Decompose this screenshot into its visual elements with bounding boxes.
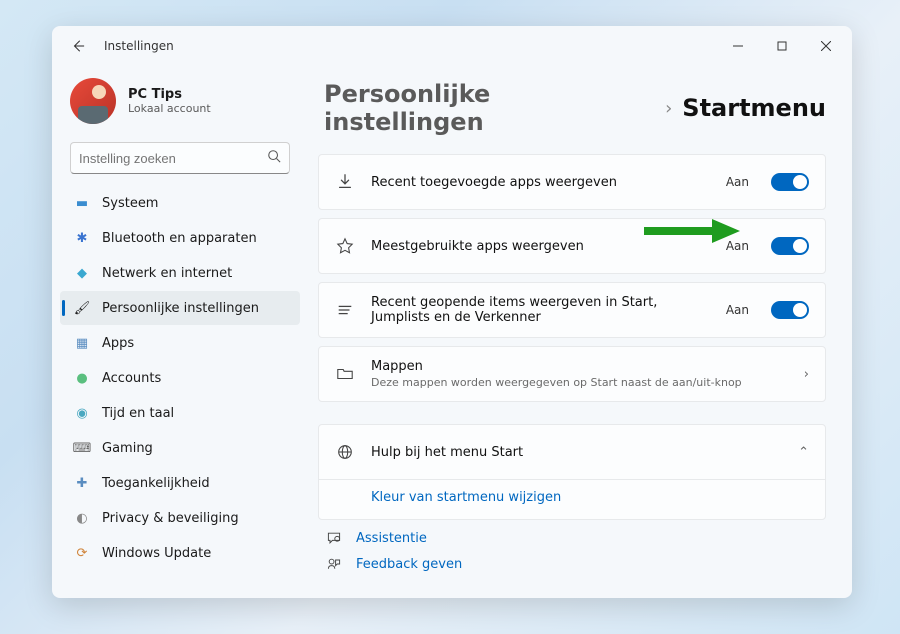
toggle-state: Aan <box>726 175 749 189</box>
toggle-state: Aan <box>726 303 749 317</box>
search-icon <box>267 149 281 167</box>
setting-label: Mappen <box>371 359 788 374</box>
list-icon <box>335 301 355 319</box>
search-field[interactable] <box>79 151 267 166</box>
nav-tijd[interactable]: ◉ Tijd en taal <box>60 396 300 430</box>
help-section: Hulp bij het menu Start ⌃ Kleur van star… <box>318 424 826 520</box>
setting-sub: Deze mappen worden weergegeven op Start … <box>371 376 788 389</box>
sidebar: PC Tips Lokaal account ▬ Systeem ✱ Bluetoo… <box>52 66 308 598</box>
gamepad-icon: ⌨ <box>74 441 90 456</box>
breadcrumb-parent[interactable]: Persoonlijke instellingen <box>324 80 655 136</box>
maximize-button[interactable] <box>760 26 804 66</box>
nav-label: Bluetooth en apparaten <box>102 231 257 246</box>
nav-netwerk[interactable]: ◆ Netwerk en internet <box>60 256 300 290</box>
settings-window: Instellingen PC Tips Lokaal account ▬ Sys… <box>52 26 852 598</box>
nav-label: Apps <box>102 336 134 351</box>
avatar <box>70 78 116 124</box>
nav-label: Toegankelijkheid <box>102 476 210 491</box>
setting-recent-apps: Recent toegevoegde apps weergeven Aan <box>318 154 826 210</box>
nav-list: ▬ Systeem ✱ Bluetooth en apparaten ◆ Netwer… <box>60 186 300 570</box>
nav-update[interactable]: ⟳ Windows Update <box>60 536 300 570</box>
nav-apps[interactable]: ▦ Apps <box>60 326 300 360</box>
setting-label: Meestgebruikte apps weergeven <box>371 239 710 254</box>
minimize-button[interactable] <box>716 26 760 66</box>
download-icon <box>335 173 355 191</box>
nav-label: Accounts <box>102 371 161 386</box>
footer-links: Assistentie Feedback geven <box>318 530 826 572</box>
nav-label: Netwerk en internet <box>102 266 232 281</box>
toggle-recent-items[interactable] <box>771 301 809 319</box>
account-block[interactable]: PC Tips Lokaal account <box>60 72 300 138</box>
nav-label: Persoonlijke instellingen <box>102 301 259 316</box>
nav-label: Privacy & beveiliging <box>102 511 239 526</box>
wifi-icon: ◆ <box>74 266 90 281</box>
toggle-state: Aan <box>726 239 749 253</box>
toggle-most-used[interactable] <box>771 237 809 255</box>
setting-most-used: Meestgebruikte apps weergeven Aan <box>318 218 826 274</box>
folder-icon <box>335 365 355 383</box>
titlebar: Instellingen <box>52 26 852 66</box>
breadcrumb: Persoonlijke instellingen › Startmenu <box>324 80 826 136</box>
help-header[interactable]: Hulp bij het menu Start ⌃ <box>319 425 825 479</box>
setting-recent-items: Recent geopende items weergeven in Start… <box>318 282 826 338</box>
link-assistentie[interactable]: Assistentie <box>324 530 826 546</box>
feedback-icon <box>324 556 344 572</box>
close-button[interactable] <box>804 26 848 66</box>
setting-folders[interactable]: Mappen Deze mappen worden weergegeven op… <box>318 346 826 402</box>
link-label: Feedback geven <box>356 557 462 572</box>
globe-help-icon <box>335 443 355 461</box>
window-title: Instellingen <box>104 39 174 53</box>
nav-label: Systeem <box>102 196 158 211</box>
chevron-right-icon: › <box>665 98 672 119</box>
chevron-up-icon: ⌃ <box>798 445 809 460</box>
link-feedback[interactable]: Feedback geven <box>324 556 826 572</box>
content-pane: Persoonlijke instellingen › Startmenu Re… <box>308 66 852 598</box>
nav-label: Windows Update <box>102 546 211 561</box>
person-icon: ● <box>74 371 90 386</box>
breadcrumb-current: Startmenu <box>682 94 826 122</box>
star-icon <box>335 237 355 255</box>
search-input[interactable] <box>70 142 290 174</box>
nav-toegankelijkheid[interactable]: ✚ Toegankelijkheid <box>60 466 300 500</box>
bluetooth-icon: ✱ <box>74 231 90 246</box>
link-label: Assistentie <box>356 531 427 546</box>
help-link-color[interactable]: Kleur van startmenu wijzigen <box>319 480 825 519</box>
account-name: PC Tips <box>128 87 211 102</box>
nav-label: Gaming <box>102 441 153 456</box>
nav-persoonlijk[interactable]: 🖌 Persoonlijke instellingen <box>60 291 300 325</box>
help-title: Hulp bij het menu Start <box>371 445 782 460</box>
shield-icon: ◐ <box>74 511 90 526</box>
apps-icon: ▦ <box>74 336 90 351</box>
back-button[interactable] <box>66 39 90 53</box>
nav-gaming[interactable]: ⌨ Gaming <box>60 431 300 465</box>
accessibility-icon: ✚ <box>74 476 90 491</box>
update-icon: ⟳ <box>74 546 90 561</box>
chat-icon <box>324 530 344 546</box>
setting-label: Recent geopende items weergeven in Start… <box>371 295 710 325</box>
monitor-icon: ▬ <box>74 196 90 211</box>
chevron-right-icon: › <box>804 367 809 382</box>
nav-bluetooth[interactable]: ✱ Bluetooth en apparaten <box>60 221 300 255</box>
nav-label: Tijd en taal <box>102 406 174 421</box>
nav-systeem[interactable]: ▬ Systeem <box>60 186 300 220</box>
toggle-recent-apps[interactable] <box>771 173 809 191</box>
globe-icon: ◉ <box>74 406 90 421</box>
brush-icon: 🖌 <box>74 301 90 316</box>
nav-accounts[interactable]: ● Accounts <box>60 361 300 395</box>
nav-privacy[interactable]: ◐ Privacy & beveiliging <box>60 501 300 535</box>
account-type: Lokaal account <box>128 102 211 115</box>
setting-label: Recent toegevoegde apps weergeven <box>371 175 710 190</box>
